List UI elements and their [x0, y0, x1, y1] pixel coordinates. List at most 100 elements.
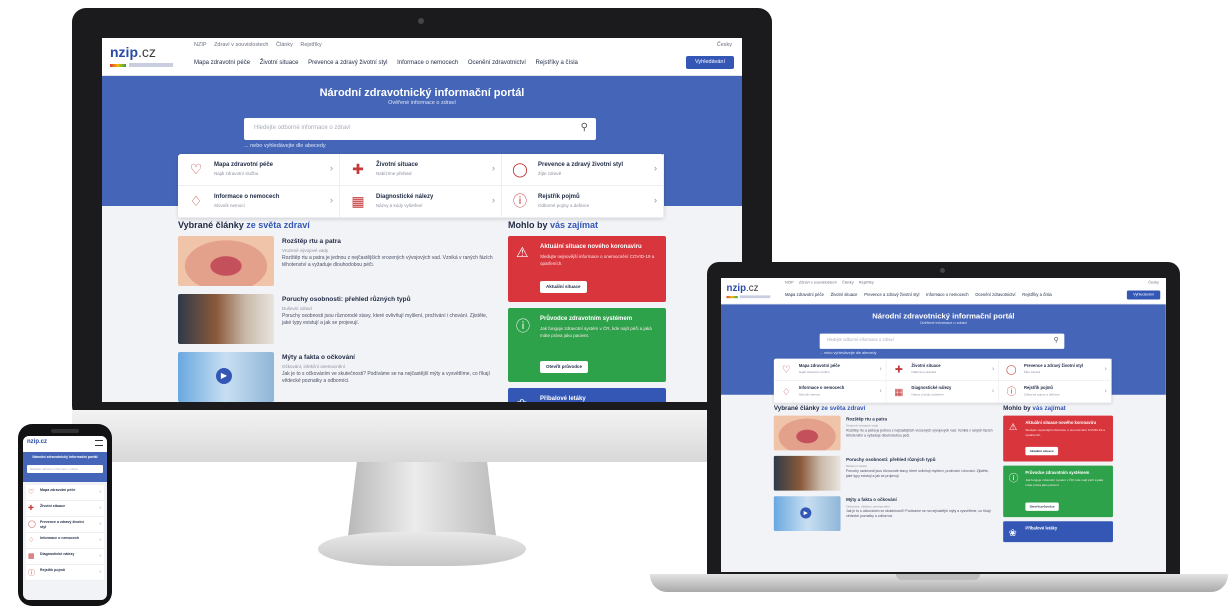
leaflet-box[interactable]: ❀ Příbalové letáky: [508, 388, 666, 402]
nav-item[interactable]: Prevence a zdravý životní styl: [864, 293, 919, 297]
leaflet-box[interactable]: ❀ Příbalové letáky: [1003, 521, 1113, 543]
category-card[interactable]: ▦ Diagnostické nálezy Názvy a kódy vyšetře…: [886, 380, 999, 404]
top-link[interactable]: Rejstříky: [859, 281, 874, 285]
alphabet-link[interactable]: ... nebo vyhledávejte dle abecedy: [820, 351, 877, 355]
nav-item[interactable]: Životní situace: [260, 60, 299, 66]
top-link[interactable]: Zdraví v souvislostech: [799, 281, 837, 285]
article-description: Rozštěp rtu a patra je jednou z nejčastě…: [282, 255, 493, 268]
website: nzip.cz NZIP Zdraví v souvislostech Člán…: [102, 38, 742, 402]
top-link[interactable]: NZIP: [785, 281, 794, 285]
item-label: Informace o nemocech: [40, 536, 80, 540]
top-link[interactable]: Zdraví v souvislostech: [214, 42, 268, 48]
card-subtitle: Odborné pojmy a definice: [1024, 392, 1060, 397]
article-item[interactable]: Poruchy osobnosti: přehled různých typů …: [178, 294, 498, 348]
list-item[interactable]: ♡ Mapa zdravotní péče ›: [26, 485, 104, 501]
article-title[interactable]: Mýty a fakta o očkování: [846, 498, 897, 503]
article-title[interactable]: Poruchy osobnosti: přehled různých typů: [282, 296, 411, 303]
search-icon[interactable]: ⚲: [1054, 336, 1059, 344]
category-card[interactable]: ▦ Diagnostické nálezy Názvy a kódy vyšetře…: [340, 186, 502, 218]
article-image[interactable]: ▶: [773, 496, 841, 531]
alert-button[interactable]: Aktuální situace: [540, 281, 587, 293]
tooth-icon: ♢: [28, 537, 35, 544]
nav-item[interactable]: Prevence a zdravý životní styl: [308, 60, 387, 66]
alert-button[interactable]: Aktuální situace: [1025, 446, 1058, 456]
article-image[interactable]: [773, 455, 841, 491]
article-title[interactable]: Mýty a fakta o očkování: [282, 354, 355, 361]
article-item[interactable]: Poruchy osobnosti: přehled různých typů …: [773, 455, 996, 494]
menu-icon[interactable]: [95, 440, 103, 446]
play-icon[interactable]: ▶: [216, 368, 232, 384]
card-subtitle: Názvy a kódy vyšetření: [376, 203, 423, 208]
play-icon[interactable]: ▶: [800, 507, 812, 519]
info-icon: ⓘ: [516, 318, 530, 334]
chevron-right-icon: ›: [1104, 387, 1107, 395]
nav-item[interactable]: Informace o nemocech: [926, 293, 968, 297]
article-meta: Vrozené vývojové vady: [846, 423, 879, 428]
category-card[interactable]: ◯ Prevence a zdravý životní styl Žijte zdr…: [999, 358, 1112, 381]
article-item[interactable]: Rozštěp rtu a patra Vrozené vývojové vad…: [178, 236, 498, 290]
category-card[interactable]: ♡ Mapa zdravotní péče Najdi zdravotní služ…: [178, 154, 340, 186]
article-title[interactable]: Poruchy osobnosti: přehled různých typů: [846, 457, 935, 462]
category-card[interactable]: ♡ Mapa zdravotní péče Najdi zdravotní služ…: [773, 358, 887, 381]
search-button[interactable]: Vyhledávání: [1126, 290, 1161, 300]
nav-item[interactable]: Rejstříky a čísla: [536, 60, 578, 66]
top-link[interactable]: Články: [842, 281, 854, 285]
syringe-icon: ✚: [352, 161, 364, 177]
pill-icon: ❀: [516, 396, 528, 402]
nav-item[interactable]: Rejstříky a čísla: [1022, 293, 1051, 297]
search-icon[interactable]: ⚲: [581, 122, 588, 133]
nav-item[interactable]: Mapa zdravotní péče: [194, 60, 250, 66]
article-image[interactable]: [178, 294, 274, 344]
site-logo[interactable]: nzip.cz: [27, 439, 47, 445]
nav-item[interactable]: Životní situace: [831, 293, 858, 297]
article-image[interactable]: ▶: [178, 352, 274, 402]
list-item[interactable]: ◯ Prevence a zdravý životní styl ›: [26, 517, 104, 533]
guide-button[interactable]: Otevřít průvodce: [1025, 502, 1059, 511]
heading-highlight: vás zajímat: [550, 220, 599, 230]
article-item[interactable]: Rozštěp rtu a patra Vrozené vývojové vad…: [773, 415, 996, 454]
article-item[interactable]: ▶ Mýty a fakta o očkování Očkování, infe…: [178, 352, 498, 402]
top-link[interactable]: Články: [276, 42, 293, 48]
nav-item[interactable]: Ocenění zdravotnictví: [468, 60, 526, 66]
alphabet-link[interactable]: ... nebo vyhledávejte dle abecedy: [244, 143, 326, 149]
language-switch[interactable]: Česky: [717, 42, 732, 48]
category-card[interactable]: ✚ Životní situace Nabízíme přehled ›: [340, 154, 502, 186]
nav-item[interactable]: Ocenění zdravotnictví: [975, 293, 1015, 297]
category-card[interactable]: ⓘ Rejstřík pojmů Odborné pojmy a definice ›: [502, 186, 664, 218]
site-logo[interactable]: nzip.cz: [727, 282, 759, 293]
article-title[interactable]: Rozštěp rtu a patra: [282, 238, 341, 245]
list-item[interactable]: ♢ Informace o nemocech ›: [26, 533, 104, 549]
smartphone: nzip.cz Národní zdravotnický informační …: [18, 424, 112, 606]
nav-item[interactable]: Informace o nemocech: [397, 60, 458, 66]
category-card[interactable]: ♢ Informace o nemocech Slovník nemocí ›: [178, 186, 340, 218]
heading-highlight: ze světa zdraví: [821, 404, 866, 412]
list-item[interactable]: ✚ Životní situace ›: [26, 501, 104, 517]
article-item[interactable]: ▶ Mýty a fakta o očkování Očkování, infe…: [773, 496, 996, 534]
article-title[interactable]: Rozštěp rtu a patra: [846, 417, 887, 422]
site-logo[interactable]: nzip.cz: [110, 44, 156, 60]
article-image[interactable]: [773, 415, 841, 451]
card-subtitle: Slovník nemocí: [798, 392, 821, 397]
camera-icon: [418, 18, 424, 24]
guide-button[interactable]: Otevřít průvodce: [540, 361, 589, 373]
chevron-right-icon: ›: [654, 163, 657, 173]
top-link[interactable]: NZIP: [194, 42, 207, 48]
search-input[interactable]: Hledejte odborné informace o zdraví ⚲: [244, 118, 596, 140]
search-input[interactable]: Hledejte odborné informace o zdraví ⚲: [819, 333, 1065, 349]
category-card[interactable]: ◯ Prevence a zdravý životní styl Žijte zdr…: [502, 154, 664, 186]
search-button[interactable]: Vyhledávání: [686, 56, 734, 69]
category-card[interactable]: ⓘ Rejstřík pojmů Odborné pojmy a definice ›: [999, 380, 1112, 404]
chevron-right-icon: ›: [879, 387, 882, 395]
language-switch[interactable]: Česky: [1148, 281, 1159, 285]
logo-domain: .cz: [138, 44, 156, 60]
guide-box: ⓘ Průvodce zdravotním systémem Jak fungu…: [508, 308, 666, 382]
search-input[interactable]: Hledejte odborné informace o zdraví: [27, 465, 103, 473]
list-item[interactable]: ⓘ Rejstřík pojmů ›: [26, 565, 104, 581]
article-image[interactable]: [178, 236, 274, 286]
top-link[interactable]: Rejstříky: [300, 42, 321, 48]
list-item[interactable]: ▦ Diagnostické nálezy ›: [26, 549, 104, 565]
nav-item[interactable]: Mapa zdravotní péče: [785, 293, 824, 297]
category-card[interactable]: ♢ Informace o nemocech Slovník nemocí ›: [773, 380, 887, 404]
box-description: Jak funguje zdravotní systém v ČR, kde n…: [1025, 478, 1104, 487]
category-card[interactable]: ✚ Životní situace Nabízíme přehled ›: [886, 358, 999, 381]
